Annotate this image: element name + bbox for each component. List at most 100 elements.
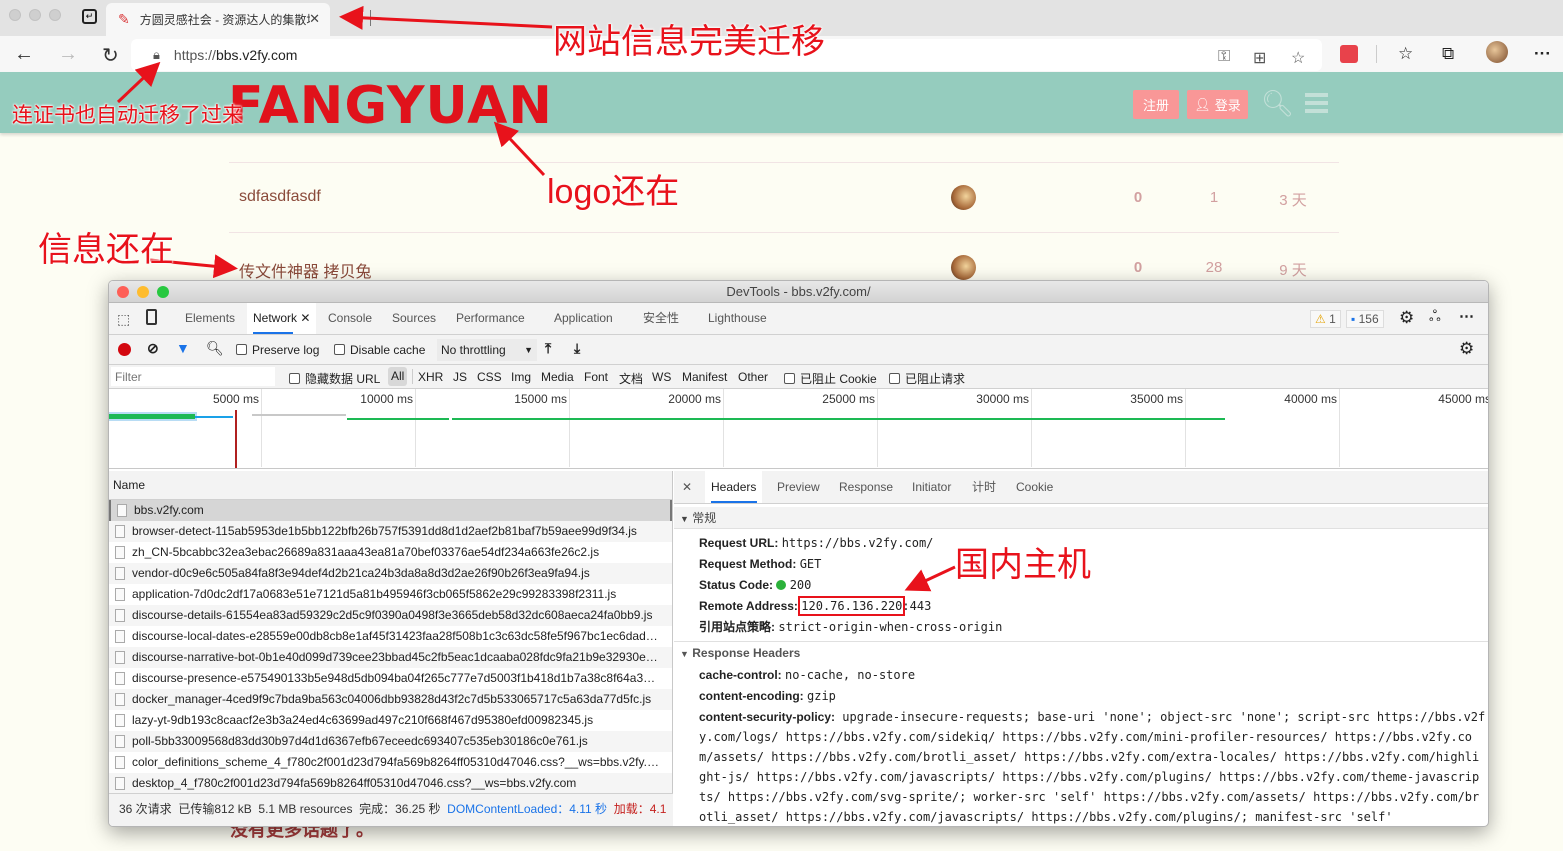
network-settings-gear-icon[interactable]: ⚙ — [1459, 339, 1474, 359]
tab-response[interactable]: Response — [839, 471, 893, 503]
request-row[interactable]: discourse-narrative-bot-0b1e40d099d739ce… — [109, 647, 672, 668]
key-icon[interactable]: ⚿ — [1218, 48, 1230, 66]
topic-activity[interactable]: 9 天 — [1272, 259, 1314, 280]
throttling-select[interactable]: No throttling ▼ — [437, 339, 537, 361]
messages-badge[interactable]: ▪ 156 — [1346, 310, 1384, 328]
tab-elements[interactable]: Elements — [185, 303, 235, 334]
general-section-header[interactable]: ▼ 常规 — [674, 507, 1488, 529]
hamburger-menu-icon[interactable] — [1305, 93, 1328, 113]
tab-initiator[interactable]: Initiator — [912, 471, 951, 503]
browser-tab[interactable]: ✎ 方圆灵感社会 - 资源达人的集散地 ✕ — [106, 3, 330, 36]
request-row[interactable]: lazy-yt-9db193c8caacf2e3b3a24ed4c63699ad… — [109, 710, 672, 731]
tab-application[interactable]: Application — [554, 303, 613, 334]
tab-security[interactable]: 安全性 — [643, 303, 679, 334]
tab-headers[interactable]: Headers — [705, 471, 763, 503]
import-har-icon[interactable]: ⤒ — [545, 340, 551, 357]
login-button[interactable]: 👤︎ 登录 — [1187, 90, 1248, 119]
network-toolbar: ⊘ ▼ 🔍︎ Preserve log Disable cache No thr… — [109, 335, 1488, 365]
site-logo[interactable]: FANGYUAN — [228, 76, 553, 136]
request-row[interactable]: color_definitions_scheme_4_f780c2f001d23… — [109, 752, 672, 773]
type-filter-manifest[interactable]: Manifest — [682, 370, 727, 384]
blocked-requests-checkbox[interactable]: 已阻止请求 — [889, 370, 965, 387]
network-overview-timeline[interactable]: 5000 ms 10000 ms 15000 ms 20000 ms 25000 ms 3… — [109, 389, 1488, 469]
forward-icon[interactable]: → — [58, 43, 78, 66]
topic-title[interactable]: sdfasdfasdf — [239, 188, 321, 206]
search-icon[interactable]: 🔍︎ — [206, 340, 224, 357]
type-filter-img[interactable]: Img — [511, 370, 531, 384]
request-row[interactable]: discourse-local-dates-e28559e00db8cb8e1a… — [109, 626, 672, 647]
request-row[interactable]: discourse-details-61554ea83ad59329c2d5c9… — [109, 605, 672, 626]
add-favorite-icon[interactable]: ☆ — [1291, 48, 1305, 68]
type-filter-js[interactable]: JS — [453, 370, 467, 384]
lock-icon[interactable]: 🔒︎ — [153, 47, 160, 63]
devtools-minimize-button[interactable] — [137, 286, 149, 298]
request-row[interactable]: poll-5bb33009568d83dd30b97d4d1d6367efb67… — [109, 731, 672, 752]
tab-timing[interactable]: 计时 — [972, 471, 996, 503]
devtools-close-button[interactable] — [117, 286, 129, 298]
export-har-icon[interactable]: ⤓ — [574, 340, 580, 357]
tab-performance[interactable]: Performance — [456, 303, 525, 334]
request-row[interactable]: discourse-presence-e575490133b5e948d5db0… — [109, 668, 672, 689]
response-headers-section-header[interactable]: ▼ Response Headers — [674, 641, 1488, 663]
settings-gear-icon[interactable]: ⚙ — [1399, 308, 1414, 328]
more-icon[interactable]: ··· — [1534, 44, 1551, 64]
devtools-more-icon[interactable]: ⋯ — [1459, 307, 1474, 325]
type-filter-xhr[interactable]: XHR — [418, 370, 443, 384]
request-row[interactable]: bbs.v2fy.com — [109, 500, 672, 521]
tab-sources[interactable]: Sources — [392, 303, 436, 334]
split-screen-icon[interactable]: ⊞ — [1253, 48, 1266, 68]
tab-console[interactable]: Console — [328, 303, 372, 334]
type-filter-media[interactable]: Media — [541, 370, 574, 384]
feedback-icon[interactable]: ஃ — [1429, 308, 1441, 327]
type-filter-all[interactable]: All — [388, 367, 408, 386]
favorites-icon[interactable]: ☆ — [1398, 44, 1413, 64]
type-filter-css[interactable]: CSS — [477, 370, 502, 384]
window-minimize-button[interactable] — [29, 9, 41, 21]
close-tab-icon[interactable]: ✕ — [300, 311, 310, 325]
back-icon[interactable]: ← — [14, 43, 34, 66]
topic-activity[interactable]: 3 天 — [1272, 189, 1314, 210]
request-row[interactable]: vendor-d0c9e6c505a84fa8f3e94def4d2b21ca2… — [109, 563, 672, 584]
disable-cache-checkbox[interactable]: Disable cache — [334, 343, 425, 357]
tab-close-icon[interactable]: ✕ — [309, 11, 320, 27]
clear-icon[interactable]: ⊘ — [147, 340, 159, 357]
inspect-element-icon[interactable]: ⬚ — [117, 311, 130, 328]
reload-icon[interactable]: ↻ — [102, 43, 119, 68]
request-row[interactable]: desktop_4_f780c2f001d23d794fa569b8264ff0… — [109, 773, 672, 794]
filter-input[interactable] — [111, 367, 275, 386]
type-filter-ws[interactable]: WS — [652, 370, 671, 384]
type-filter-other[interactable]: Other — [738, 370, 768, 384]
poster-avatar[interactable] — [951, 255, 976, 280]
window-zoom-button[interactable] — [49, 9, 61, 21]
request-row[interactable]: zh_CN-5bcabbc32ea3ebac26689a831aaa43ea81… — [109, 542, 672, 563]
register-button[interactable]: 注册 — [1133, 90, 1179, 119]
name-column-header[interactable]: Name — [109, 471, 672, 500]
tab-cookie[interactable]: Cookie — [1016, 471, 1053, 503]
request-row[interactable]: docker_manager-4ced9f9c7bda9ba563c04006d… — [109, 689, 672, 710]
poster-avatar[interactable] — [951, 185, 976, 210]
preserve-log-checkbox[interactable]: Preserve log — [236, 343, 319, 357]
tab-preview[interactable]: Preview — [777, 471, 820, 503]
window-close-button[interactable] — [9, 9, 21, 21]
blocked-cookies-checkbox[interactable]: 已阻止 Cookie — [784, 370, 877, 387]
filter-icon[interactable]: ▼ — [176, 340, 190, 356]
warnings-badge[interactable]: ⚠ 1 — [1310, 310, 1341, 328]
type-filter-font[interactable]: Font — [584, 370, 608, 384]
request-row[interactable]: browser-detect-115ab5953de1b5bb122bfb26b… — [109, 521, 672, 542]
request-row[interactable]: application-7d0dc2df17a0683e51e7121d5a81… — [109, 584, 672, 605]
close-detail-icon[interactable]: ✕ — [682, 471, 692, 503]
tab-network[interactable]: Network ✕ — [247, 303, 317, 334]
tab-actions-icon[interactable]: ↵ — [82, 9, 97, 24]
devtools-zoom-button[interactable] — [157, 286, 169, 298]
topic-title[interactable]: 传文件神器 拷贝兔 — [239, 258, 371, 282]
general-referrer-policy: 引用站点策略: strict-origin-when-cross-origin — [699, 620, 1003, 634]
device-toolbar-icon[interactable] — [146, 309, 157, 325]
profile-avatar[interactable] — [1486, 41, 1508, 63]
type-filter-doc[interactable]: 文档 — [619, 370, 643, 387]
search-icon[interactable]: 🔍︎ — [1261, 88, 1294, 119]
extension-icon[interactable] — [1340, 45, 1358, 63]
record-button[interactable] — [118, 343, 131, 356]
tab-lighthouse[interactable]: Lighthouse — [708, 303, 767, 334]
hide-data-urls-checkbox[interactable]: 隐藏数据 URL — [289, 370, 380, 387]
collections-icon[interactable]: ⧉ — [1442, 44, 1454, 64]
